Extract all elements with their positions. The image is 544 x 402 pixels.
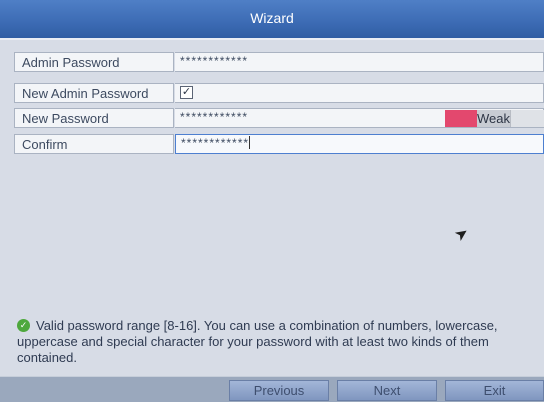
new-admin-password-row (175, 83, 544, 103)
confirm-value: ************ (181, 136, 250, 150)
password-hint: ✓ Valid password range [8-16]. You can u… (17, 318, 532, 366)
confirm-label: Confirm (14, 134, 174, 154)
hint-text: Valid password range [8-16]. You can use… (17, 318, 498, 365)
next-button[interactable]: Next (337, 380, 437, 401)
new-admin-password-checkbox[interactable]: ✓ (180, 86, 193, 99)
strength-bar-weak (445, 110, 477, 127)
mouse-cursor-icon: ➤ (451, 223, 473, 246)
window-title: Wizard (0, 0, 544, 40)
new-admin-password-label: New Admin Password (14, 83, 174, 103)
admin-password-label: Admin Password (14, 52, 174, 72)
admin-password-field[interactable]: ************ (175, 52, 544, 72)
check-circle-icon: ✓ (17, 319, 30, 332)
new-password-label: New Password (14, 108, 174, 128)
text-caret (249, 136, 251, 149)
exit-button[interactable]: Exit (445, 380, 544, 401)
strength-bar-empty (510, 110, 544, 127)
password-strength-meter: Weak (445, 110, 544, 127)
previous-button[interactable]: Previous (229, 380, 329, 401)
strength-label: Weak (476, 110, 511, 127)
confirm-field[interactable]: ************ (175, 134, 544, 154)
